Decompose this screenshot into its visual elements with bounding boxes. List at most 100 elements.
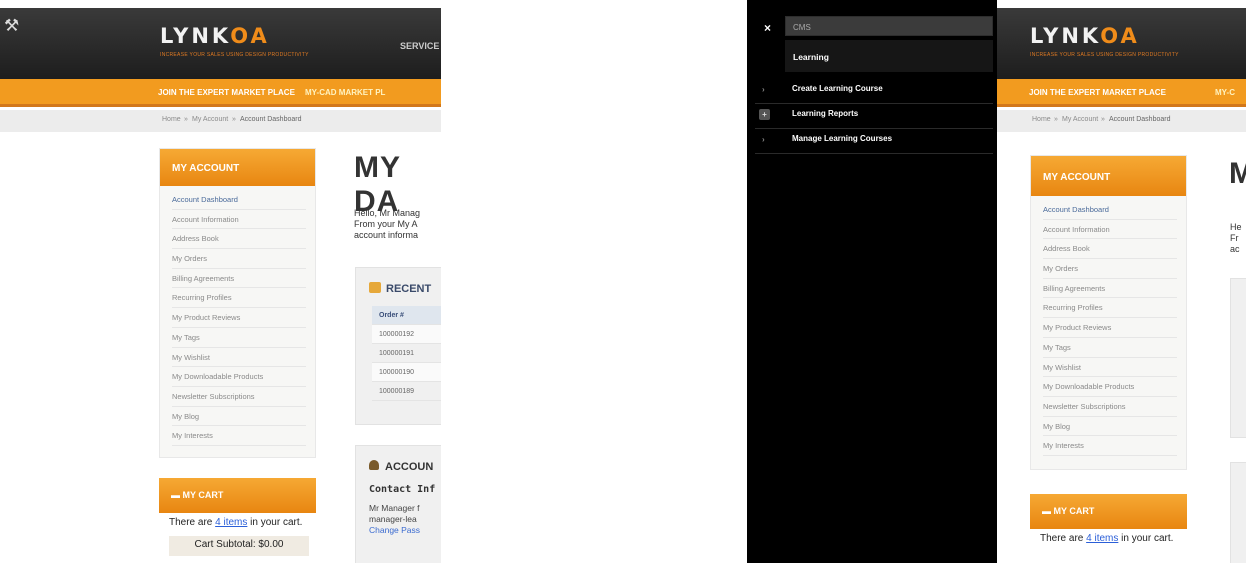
menu-item-manage-learning-courses[interactable]: › Manage Learning Courses [755,129,993,154]
sidebar-item-address-book[interactable]: Address Book [1043,239,1177,260]
cart-box: ▬ MY CART There are 4 items in your cart… [159,478,316,556]
welcome-line: Hello, Mr Manag [354,208,421,218]
cart-subtotal: Cart Subtotal: $0.00 [169,536,309,556]
expand-icon[interactable]: + [759,109,770,120]
nav-cad-market[interactable]: MY-C [1215,88,1235,97]
cart-items-link[interactable]: 4 items [215,517,247,528]
account-info-title-text: ACCOUN [385,461,434,473]
sidebar-item-my-orders[interactable]: My Orders [1043,259,1177,279]
sidebar-item-product-reviews[interactable]: My Product Reviews [1043,318,1177,338]
chevron-right-icon: › [762,135,765,144]
nav-expert-market[interactable]: JOIN THE EXPERT MARKET PLACE [158,88,295,97]
chevron-right-icon: › [762,85,765,94]
order-row[interactable]: 100000191 [372,344,441,363]
welcome-line: account informa [354,230,419,240]
cart-items-link[interactable]: 4 items [1086,533,1118,544]
breadcrumb-sep: » [184,116,188,123]
account-info-title: ACCOUN [369,460,433,473]
sidebar-item-my-orders[interactable]: My Orders [172,249,306,269]
order-row[interactable]: 100000192 [372,325,441,344]
sidebar-item-address-book[interactable]: Address Book [172,229,306,250]
breadcrumb-home[interactable]: Home [162,116,181,123]
site-header: ⚒ LYNKOA INCREASE YOUR SALES USING DESIG… [0,8,441,79]
welcome-line: ac [1230,244,1240,254]
cart-title-text: MY CART [1053,506,1095,516]
change-password-link[interactable]: Change Pass [369,525,420,535]
command-menu-overlay: × Learning › Create Learning Course + Le… [747,0,997,563]
breadcrumb-account[interactable]: My Account [1062,116,1098,123]
cart-summary: There are 4 items in your cart. [159,513,316,532]
account-info-panel: ACCOUN Contact Inf Mr Manager f manager-… [355,445,441,563]
sidebar-item-product-reviews[interactable]: My Product Reviews [172,308,306,328]
orange-nav-bar: JOIN THE EXPERT MARKET PLACE MY-CAD MARK… [0,79,441,107]
menu-item-create-learning-course[interactable]: › Create Learning Course [755,79,993,104]
welcome-line: From your My A [354,219,418,229]
logo-tagline: INCREASE YOUR SALES USING DESIGN PRODUCT… [1030,52,1179,58]
nav-expert-market[interactable]: JOIN THE EXPERT MARKET PLACE [1029,88,1166,97]
orders-table: Order # 100000192 100000191 100000190 10… [372,306,441,401]
sidebar-item-my-blog[interactable]: My Blog [172,407,306,427]
breadcrumb-current: Account Dashboard [240,116,302,123]
menu-item-learning-reports[interactable]: + Learning Reports [755,104,993,129]
welcome-text: Hello, Mr Manag From your My A account i… [354,208,420,241]
cart-title-text: MY CART [182,490,224,500]
welcome-line: He [1230,222,1242,232]
breadcrumb-sep: » [1054,116,1058,123]
sidebar-title: MY ACCOUNT [1031,156,1186,196]
tools-icon[interactable]: ⚒ [4,16,26,38]
menu-item-label: Learning Reports [792,109,859,118]
account-nav-list: Account Dashboard Account Information Ad… [160,186,315,452]
sidebar-item-billing-agreements[interactable]: Billing Agreements [172,269,306,289]
sidebar-item-my-interests[interactable]: My Interests [1043,436,1177,456]
menu-search-input[interactable] [785,16,993,36]
screenshot-right: LYNKOA INCREASE YOUR SALES USING DESIGN … [747,0,1246,563]
breadcrumb-home[interactable]: Home [1032,116,1051,123]
sidebar-item-downloadable-products[interactable]: My Downloadable Products [172,367,306,387]
breadcrumb-account[interactable]: My Account [192,116,228,123]
recent-orders-panel [1230,278,1246,438]
sidebar-item-my-blog[interactable]: My Blog [1043,417,1177,437]
account-nav-list: Account Dashboard Account Information Ad… [1031,196,1186,462]
welcome-line: Fr [1230,233,1239,243]
sidebar-item-billing-agreements[interactable]: Billing Agreements [1043,279,1177,299]
sidebar-item-newsletter[interactable]: Newsletter Subscriptions [1043,397,1177,417]
sidebar-item-account-information[interactable]: Account Information [172,210,306,230]
close-icon[interactable]: × [764,21,771,35]
nav-cad-market[interactable]: MY-CAD MARKET PL [305,88,385,97]
site-logo[interactable]: LYNKOA [160,24,270,48]
sidebar-item-wishlist[interactable]: My Wishlist [1043,358,1177,378]
sidebar-title: MY ACCOUNT [160,149,315,186]
menu-section-header[interactable]: Learning [785,40,993,72]
order-row[interactable]: 100000189 [372,382,441,401]
sidebar-item-account-dashboard[interactable]: Account Dashboard [172,190,306,210]
recent-orders-title: RECENT [369,282,431,295]
orders-header[interactable]: Order # [372,306,441,325]
sidebar-item-account-dashboard[interactable]: Account Dashboard [1043,200,1177,220]
contact-line: Mr Manager f [369,503,420,513]
sidebar-item-my-tags[interactable]: My Tags [1043,338,1177,358]
sidebar-item-downloadable-products[interactable]: My Downloadable Products [1043,377,1177,397]
sidebar-item-my-interests[interactable]: My Interests [172,426,306,446]
contact-info-label: Contact Inf [369,484,436,495]
order-row[interactable]: 100000190 [372,363,441,382]
breadcrumb-sep: » [1101,116,1105,123]
recent-orders-panel: RECENT Order # 100000192 100000191 10000… [355,267,441,425]
menu-list: › Create Learning Course + Learning Repo… [755,79,993,154]
breadcrumb: Home » My Account » Account Dashboard [0,110,441,132]
sidebar-item-recurring-profiles[interactable]: Recurring Profiles [172,288,306,309]
cart-summary: There are 4 items in your cart. [1030,529,1187,548]
topnav-services[interactable]: SERVICE [400,41,439,51]
contact-info-text: Mr Manager f manager-lea Change Pass [369,503,420,536]
sidebar-item-my-tags[interactable]: My Tags [172,328,306,348]
logo-text: LYNK [160,24,231,48]
sidebar-item-account-information[interactable]: Account Information [1043,220,1177,240]
contact-line: manager-lea [369,514,417,524]
sidebar-item-newsletter[interactable]: Newsletter Subscriptions [172,387,306,407]
sidebar-item-wishlist[interactable]: My Wishlist [172,348,306,368]
welcome-text: He Fr ac [1230,222,1242,255]
cart-text-before: There are [1040,533,1087,544]
site-logo[interactable]: LYNKOA [1030,24,1140,48]
menu-item-label: Manage Learning Courses [792,134,893,143]
sidebar-item-recurring-profiles[interactable]: Recurring Profiles [1043,298,1177,319]
cart-title: ▬ MY CART [1030,494,1187,529]
